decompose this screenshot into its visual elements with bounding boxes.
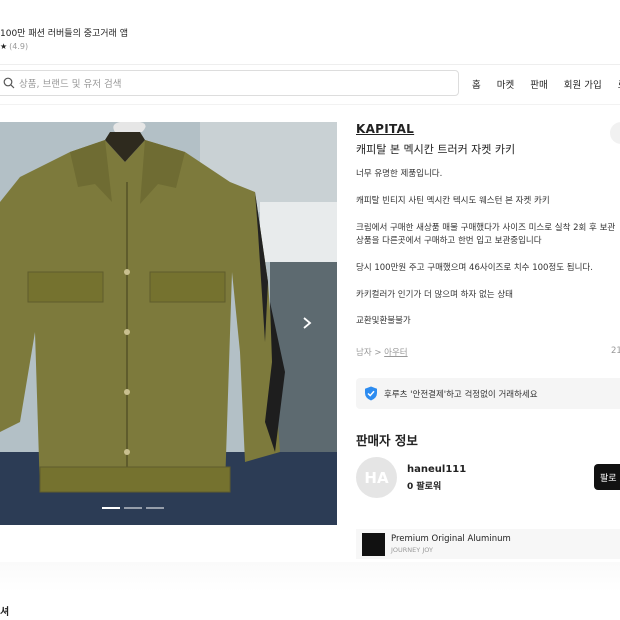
ad-text: Premium Original Aluminum JOURNEY JOY <box>391 534 511 554</box>
bottom-section-label: 셔 <box>0 607 10 618</box>
view-count: 21 <box>611 346 620 356</box>
ad-subtitle: JOURNEY JOY <box>391 546 433 554</box>
star-icon: ★ <box>0 42 8 51</box>
ad-title: Premium Original Aluminum <box>391 534 511 544</box>
search-icon <box>3 77 15 89</box>
nav-item-signup[interactable]: 회원 가입 <box>564 77 602 91</box>
pagination-dot-1[interactable] <box>102 507 120 509</box>
category-breadcrumb: 남자 > 아우터 <box>356 346 408 358</box>
category-prefix: 남자 > <box>356 348 385 358</box>
description-line-4: 상품을 다른곳에서 구매하고 한번 입고 보관중입니다 <box>356 236 542 246</box>
description-line-3: 크림에서 구매한 새상품 매물 구매했다가 사이즈 미스로 실착 2회 후 보관 <box>356 223 616 233</box>
ad-logo <box>362 532 385 556</box>
search-placeholder: 상품, 브랜드 및 유저 검색 <box>19 79 122 90</box>
shield-check-icon <box>365 386 377 401</box>
safe-payment-text: 후루츠 '안전결제'하고 걱정없이 거래하세요 <box>384 389 538 400</box>
description-line-1: 너무 유명한 제품입니다. <box>356 169 443 179</box>
brand-link[interactable]: KAPITAL <box>356 122 414 136</box>
ad-card[interactable]: Premium Original Aluminum JOURNEY JOY <box>356 529 620 559</box>
seller-avatar[interactable]: HA <box>356 457 397 498</box>
pagination-dot-2[interactable] <box>124 507 142 509</box>
description-line-2: 캐피탈 빈티지 사틴 멕시칸 텍시도 웨스턴 본 자켓 카키 <box>356 196 550 206</box>
seller-section-heading: 판매자 정보 <box>356 433 418 448</box>
image-pagination <box>102 507 164 509</box>
header-divider <box>0 64 620 65</box>
app-banner-title: 100만 패션 러버들의 중고거래 앱 <box>0 29 128 39</box>
top-nav: 홈 마켓 판매 회원 가입 로그 <box>472 77 620 91</box>
product-image[interactable] <box>0 122 337 525</box>
product-title: 캐피탈 본 멕시칸 트러커 자켓 카키 <box>356 143 516 156</box>
safe-payment-banner[interactable]: 후루츠 '안전결제'하고 걱정없이 거래하세요 <box>356 378 620 409</box>
pagination-dot-3[interactable] <box>146 507 164 509</box>
nav-item-sell[interactable]: 판매 <box>530 77 547 91</box>
description-line-7: 교환및환불불가 <box>356 316 411 326</box>
nav-item-home[interactable]: 홈 <box>472 77 481 91</box>
search-input[interactable]: 상품, 브랜드 및 유저 검색 <box>0 70 459 96</box>
nav-divider <box>0 104 620 105</box>
follow-button[interactable]: 팔로 <box>594 464 620 490</box>
app-rating: ★ (4.9) <box>0 42 28 51</box>
share-button[interactable] <box>610 122 620 144</box>
seller-followers: 0 팔로워 <box>407 482 442 492</box>
description-line-5: 당시 100만원 주고 구매했으며 46사이즈로 치수 100정도 됩니다. <box>356 263 593 273</box>
section-divider <box>0 562 620 592</box>
seller-name[interactable]: haneul111 <box>407 464 466 475</box>
category-link[interactable]: 아우터 <box>384 348 407 358</box>
nav-item-market[interactable]: 마켓 <box>497 77 514 91</box>
chevron-right-icon[interactable] <box>301 316 313 330</box>
jacket-photo <box>0 122 337 525</box>
description-line-6: 카키컬러가 인기가 더 많으며 하자 없는 상태 <box>356 290 513 300</box>
app-rating-value: (4.9) <box>9 42 29 51</box>
